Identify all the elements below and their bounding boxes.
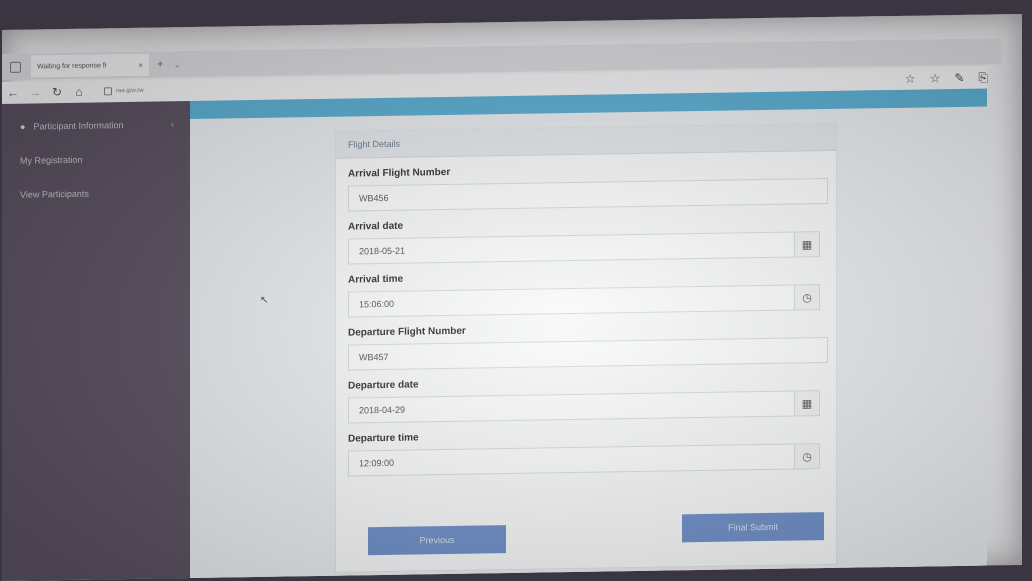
card-title: Flight Details: [336, 123, 836, 159]
browser-tab[interactable]: Waiting for response fr ×: [31, 53, 149, 78]
arrival-time-field: Arrival time 15:06:00 ◷: [348, 267, 826, 318]
sidebar-item-label: Participant Information: [33, 120, 124, 132]
favorites-bar-icon[interactable]: ☆: [930, 71, 941, 86]
sidebar-item-participant-information[interactable]: ● Participant Information ‹: [2, 107, 190, 144]
home-icon[interactable]: ⌂: [68, 85, 90, 99]
departure-time-field: Departure time 12:09:00 ◷: [348, 426, 826, 477]
calendar-icon[interactable]: ▦: [794, 231, 820, 258]
forward-icon[interactable]: →: [24, 85, 46, 99]
sidebar-item-label: My Registration: [20, 154, 83, 166]
departure-date-field: Departure date 2018-04-29 ▦: [348, 373, 826, 424]
arrival-flight-number-field: Arrival Flight Number WB456: [348, 161, 828, 212]
user-icon: ●: [20, 121, 26, 132]
tab-title: Waiting for response fr: [37, 61, 108, 70]
departure-flight-number-input[interactable]: WB457: [348, 337, 828, 371]
arrival-flight-number-input[interactable]: WB456: [348, 178, 828, 212]
projected-screen: — □ × Waiting for response fr × + ⌄ ← → …: [2, 13, 1022, 581]
sidebar-item-label: View Participants: [20, 188, 89, 200]
field-label: Departure time: [348, 432, 419, 445]
back-icon[interactable]: ←: [2, 86, 24, 100]
arrival-date-input[interactable]: 2018-05-21: [348, 231, 800, 265]
arrival-time-input[interactable]: 15:06:00: [348, 284, 800, 318]
field-label: Departure date: [348, 379, 419, 392]
tab-preview-icon[interactable]: [10, 61, 21, 73]
arrival-date-field: Arrival date 2018-05-21 ▦: [348, 214, 826, 265]
final-submit-button[interactable]: Final Submit: [682, 512, 824, 543]
field-label: Departure Flight Number: [348, 325, 466, 339]
field-label: Arrival date: [348, 220, 404, 233]
clock-icon[interactable]: ◷: [794, 284, 820, 311]
calendar-icon[interactable]: ▦: [794, 390, 820, 417]
address-bar[interactable]: raa.gov.rw: [104, 87, 144, 96]
lock-icon: [104, 87, 112, 96]
notes-icon[interactable]: ✎: [954, 71, 964, 86]
browser-toolbar: ☆ ☆ ✎ ⎘: [905, 71, 988, 87]
sidebar: ● Participant Information ‹ My Registrat…: [2, 101, 190, 581]
address-text: raa.gov.rw: [116, 87, 144, 95]
sidebar-item-view-participants[interactable]: View Participants: [2, 175, 190, 212]
mouse-cursor-icon: ↖: [260, 294, 269, 306]
previous-button[interactable]: Previous: [368, 525, 506, 556]
favorite-star-icon[interactable]: ☆: [905, 72, 916, 87]
share-icon[interactable]: ⎘: [978, 71, 988, 86]
tab-list-icon[interactable]: ⌄: [173, 59, 181, 70]
tab-close-icon[interactable]: ×: [138, 60, 143, 69]
form-actions: Previous Final Submit: [368, 512, 824, 556]
field-label: Arrival Flight Number: [348, 166, 451, 180]
clock-icon[interactable]: ◷: [794, 443, 820, 470]
departure-time-input[interactable]: 12:09:00: [348, 443, 800, 477]
chevron-left-icon[interactable]: ‹: [171, 119, 174, 129]
sidebar-item-my-registration[interactable]: My Registration: [2, 141, 190, 178]
main-content: ↖ Flight Details Arrival Flight Number W…: [190, 88, 987, 581]
flight-details-card: Flight Details Arrival Flight Number WB4…: [335, 122, 837, 573]
new-tab-icon[interactable]: +: [157, 58, 163, 70]
field-label: Arrival time: [348, 273, 404, 286]
departure-flight-number-field: Departure Flight Number WB457: [348, 320, 828, 371]
refresh-icon[interactable]: ↻: [46, 85, 68, 99]
departure-date-input[interactable]: 2018-04-29: [348, 390, 800, 424]
